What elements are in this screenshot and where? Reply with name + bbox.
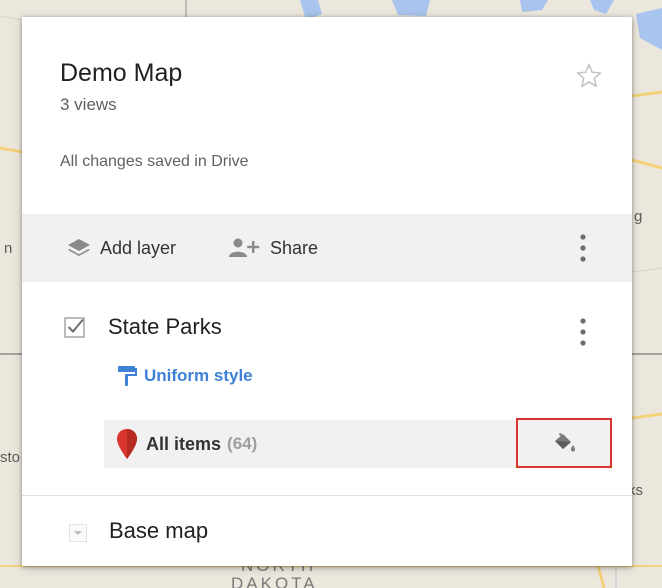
paint-bucket-icon [555, 432, 575, 452]
base-map-expand-button[interactable] [69, 524, 87, 542]
all-items-row[interactable]: All items (64) [104, 418, 612, 468]
all-items-count: (64) [227, 434, 258, 453]
base-map-section: Base map [22, 496, 632, 566]
all-items-label: All items [146, 433, 222, 454]
more-vert-icon [580, 234, 586, 262]
share-button[interactable]: Share [228, 214, 318, 282]
star-button[interactable] [572, 59, 606, 93]
person-add-icon [229, 238, 260, 257]
uniform-style-label: Uniform style [144, 366, 253, 385]
layer-options-button[interactable] [571, 312, 595, 352]
layer-state-parks: State Parks Uniform style All items (64) [22, 282, 632, 495]
map-legend-panel: Demo Map 3 views All changes saved in Dr… [22, 17, 632, 566]
add-layer-button[interactable]: Add layer [66, 214, 176, 282]
paint-roller-icon [118, 366, 137, 386]
share-label: Share [270, 237, 319, 258]
checkmark-icon [64, 317, 85, 338]
map-pin-icon [117, 429, 137, 459]
map-options-button[interactable] [571, 228, 595, 268]
uniform-style-link[interactable]: Uniform style [116, 364, 253, 388]
map-state-label: DAKOTA [231, 574, 318, 588]
chevron-down-icon [74, 531, 82, 535]
style-paint-button[interactable] [516, 418, 612, 468]
layer-name[interactable]: State Parks [108, 314, 222, 340]
layer-visibility-checkbox[interactable] [64, 316, 86, 338]
layers-icon [68, 239, 90, 256]
base-map-label[interactable]: Base map [109, 518, 208, 544]
map-place-label: n [4, 240, 13, 257]
add-layer-label: Add layer [100, 237, 177, 258]
map-title[interactable]: Demo Map [60, 59, 182, 88]
more-vert-icon [580, 318, 586, 346]
map-view-count: 3 views [60, 95, 117, 114]
map-place-label: sto [0, 449, 21, 466]
legend-toolbar: Add layer Share [22, 214, 632, 282]
save-status-text: All changes saved in Drive [60, 153, 249, 170]
star-outline-icon [576, 63, 602, 88]
map-place-label: g [634, 208, 643, 225]
